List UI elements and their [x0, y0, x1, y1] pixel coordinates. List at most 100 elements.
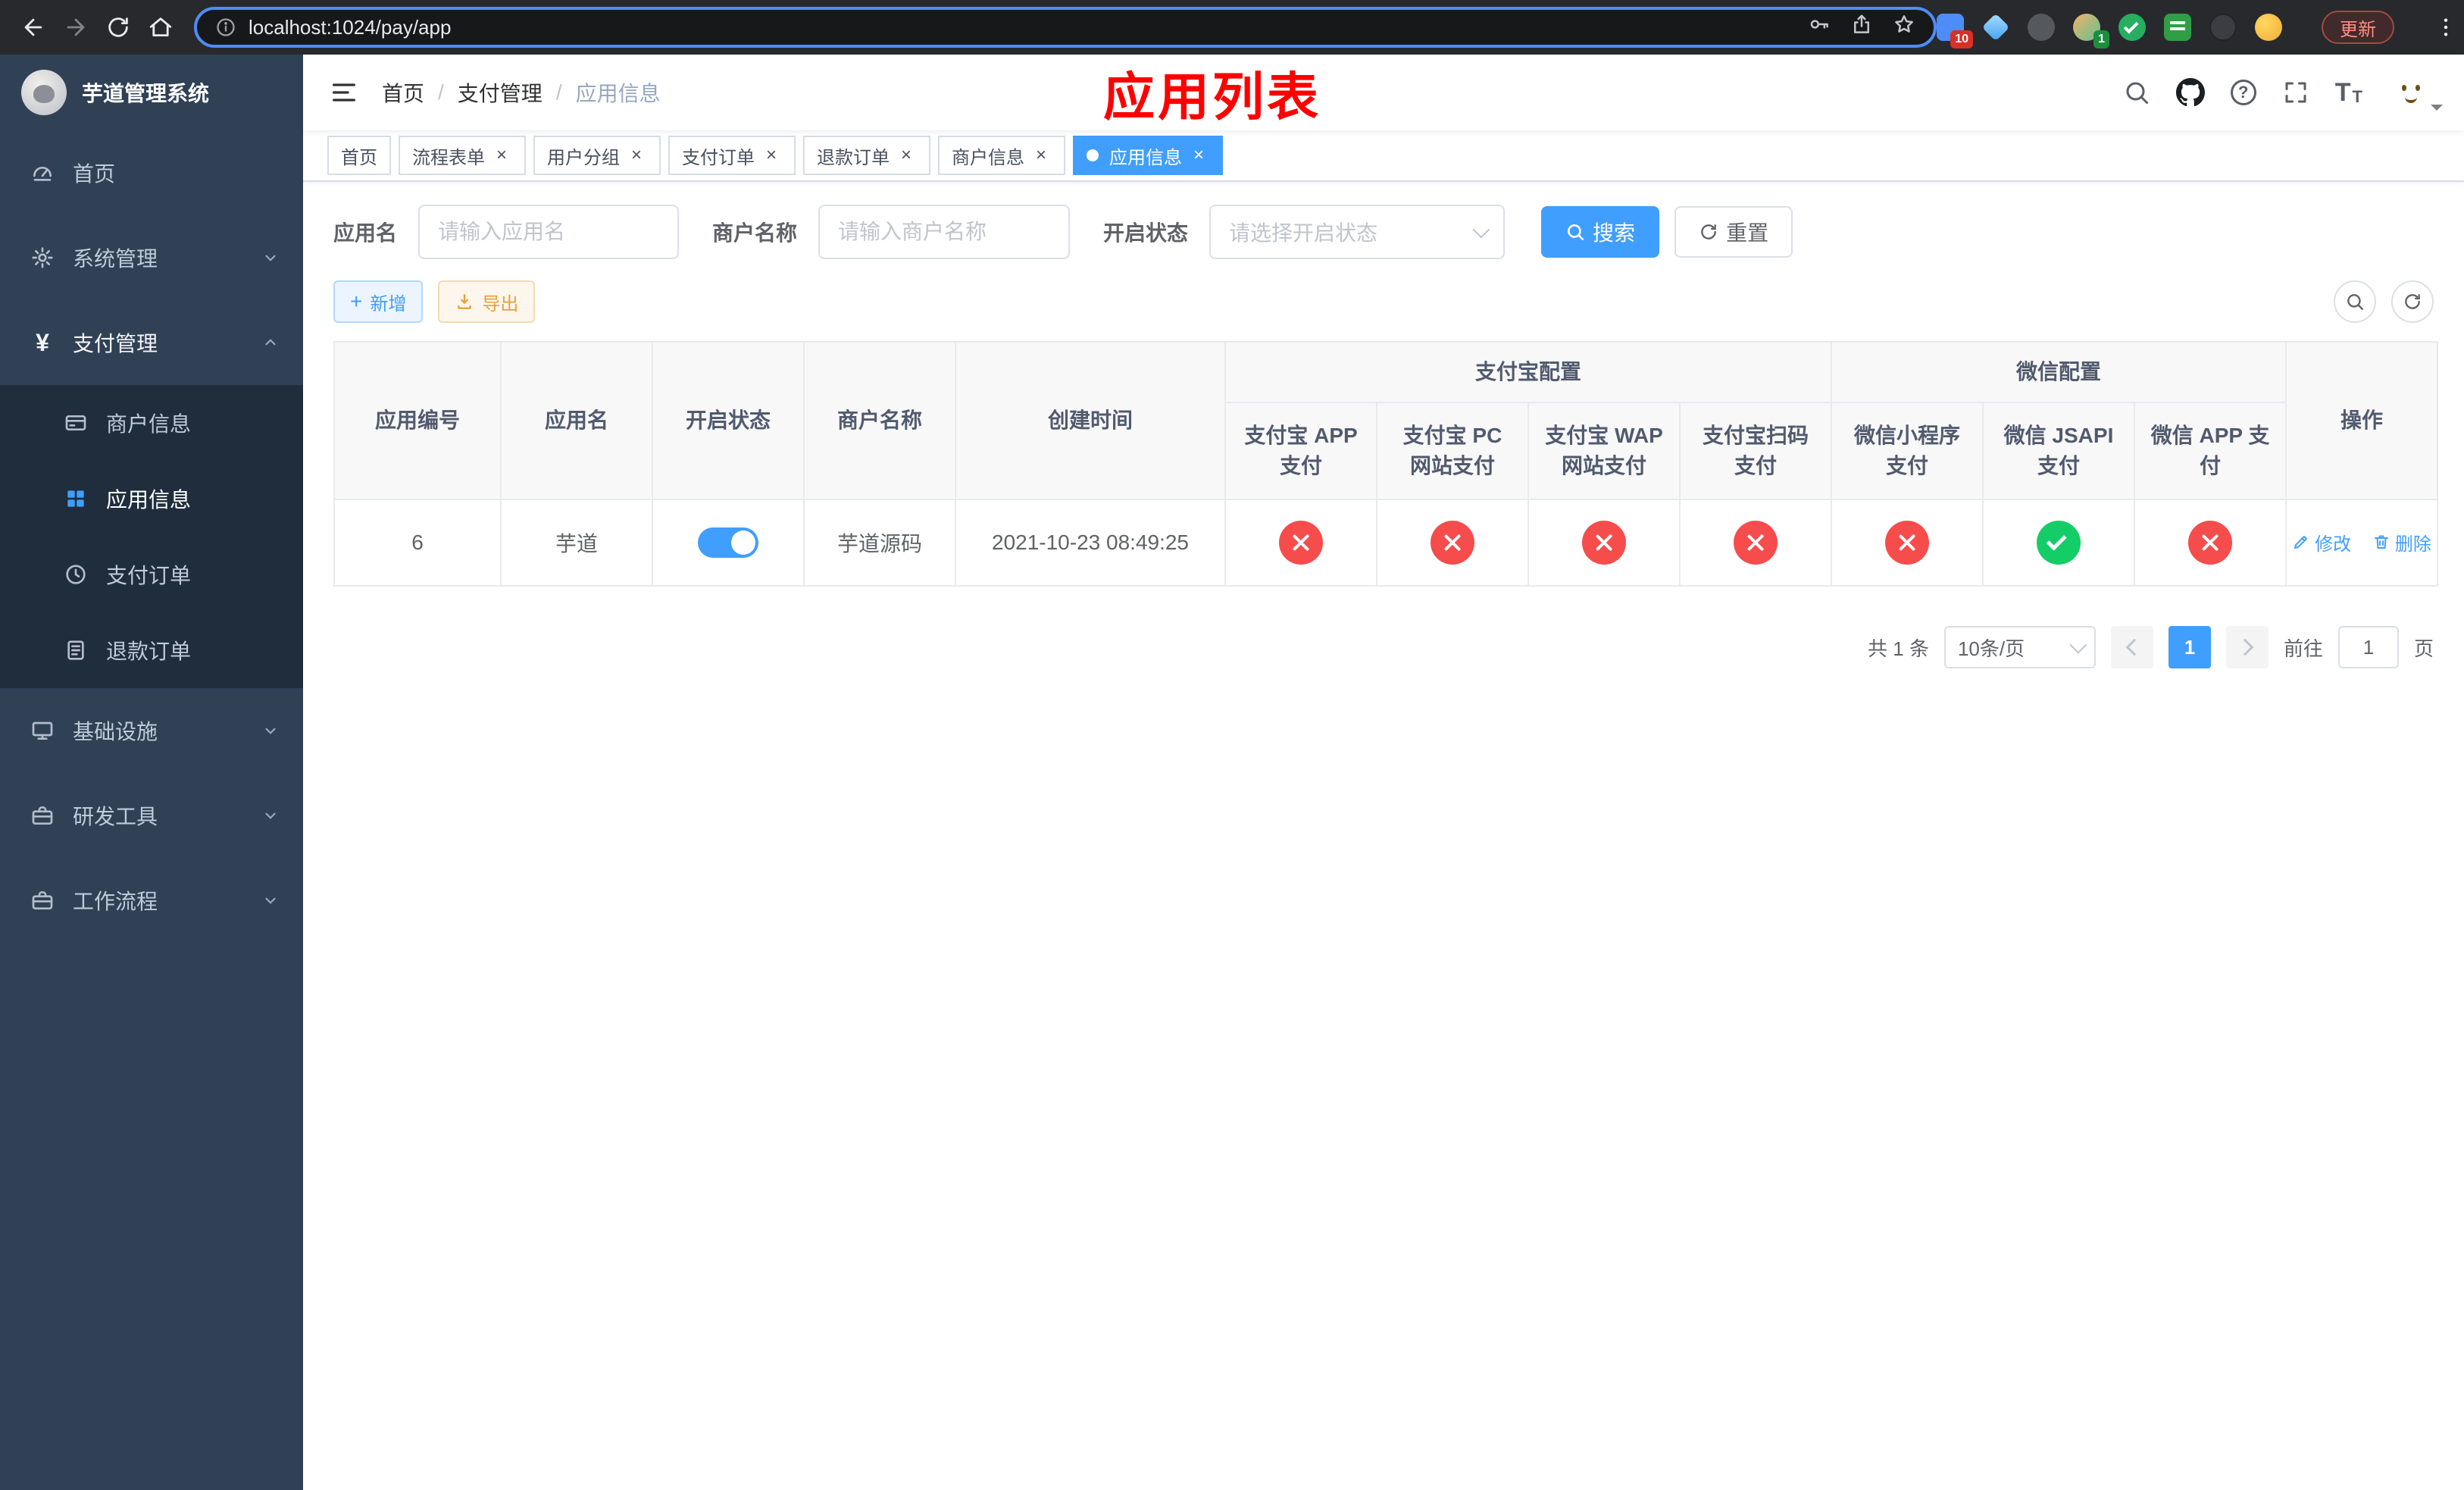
- close-icon[interactable]: ×: [626, 145, 647, 166]
- wechat-mini-pay-status-icon: [1885, 521, 1930, 565]
- current-page[interactable]: 1: [2168, 626, 2211, 668]
- browser-forward-button[interactable]: [55, 6, 97, 49]
- extension-icon-book[interactable]: [2164, 14, 2191, 41]
- breadcrumb-separator: /: [438, 80, 444, 104]
- close-icon[interactable]: ×: [1188, 145, 1209, 166]
- gear-icon: [30, 246, 55, 270]
- close-icon[interactable]: ×: [761, 145, 782, 166]
- tab-home[interactable]: 首页: [327, 136, 391, 175]
- goto-page-input[interactable]: [2337, 626, 2399, 668]
- extension-icon-gem[interactable]: [1981, 13, 2010, 42]
- chevron-down-icon: [262, 722, 279, 739]
- prev-page-button[interactable]: [2110, 626, 2153, 668]
- alipay-pc-pay-status-icon: [1431, 521, 1474, 565]
- app-name-input[interactable]: [418, 205, 680, 259]
- search-icon[interactable]: [2123, 79, 2150, 106]
- next-page-button[interactable]: [2225, 626, 2269, 668]
- table-row: 6 芋道 芋道源码 2021-10-23 08:49:25 修改 删除: [333, 499, 2439, 587]
- merchant-name-input[interactable]: [818, 205, 1071, 259]
- page-size-select[interactable]: 10条/页: [1943, 626, 2096, 668]
- sidebar-item-workflow[interactable]: 工作流程: [0, 858, 303, 943]
- extension-icon-knot[interactable]: [2209, 14, 2237, 41]
- refresh-button[interactable]: [2391, 280, 2434, 323]
- sidebar-item-home[interactable]: 首页: [0, 130, 303, 215]
- document-icon: [64, 638, 88, 662]
- app-title: 芋道管理系统: [82, 82, 210, 105]
- wechat-app-pay-status-icon: [2188, 521, 2233, 565]
- extension-icon-blue[interactable]: 10: [1937, 14, 1973, 49]
- status-toggle[interactable]: [698, 527, 758, 558]
- col-group-wechat: 微信配置: [1831, 341, 2287, 403]
- status-select[interactable]: 请选择开启状态: [1209, 205, 1506, 259]
- close-icon[interactable]: ×: [1030, 145, 1052, 166]
- address-bar[interactable]: localhost:1024/pay/app: [194, 7, 1937, 48]
- extension-icon-duck[interactable]: [2255, 14, 2282, 41]
- tab-user-group[interactable]: 用户分组 ×: [533, 136, 661, 175]
- extension-icon-dark[interactable]: [2028, 14, 2055, 41]
- tab-process-form[interactable]: 流程表单 ×: [399, 136, 526, 175]
- add-button[interactable]: + 新增: [333, 280, 424, 323]
- chevron-down-icon: [1472, 221, 1490, 239]
- github-icon[interactable]: [2175, 78, 2205, 107]
- sidebar-item-merchant-info[interactable]: 商户信息: [0, 385, 303, 461]
- edit-link[interactable]: 修改: [2292, 529, 2351, 556]
- font-size-icon[interactable]: TT: [2335, 80, 2362, 105]
- password-key-icon[interactable]: [1808, 13, 1831, 42]
- toggle-search-button[interactable]: [2334, 280, 2376, 323]
- cell-app-name: 芋道: [500, 499, 653, 587]
- browser-menu-icon[interactable]: [2428, 9, 2464, 45]
- sidebar: 芋道管理系统 首页 系统管理 ¥ 支付管理 商户信息 应用信息 支付订单 退款订…: [0, 55, 303, 1490]
- breadcrumb-home[interactable]: 首页: [382, 77, 424, 108]
- browser-update-button[interactable]: 更新: [2322, 11, 2394, 44]
- extensions-area: 10 1 更新: [1937, 9, 2464, 49]
- tab-app-info-active[interactable]: 应用信息 ×: [1073, 136, 1223, 175]
- sidebar-item-system[interactable]: 系统管理: [0, 215, 303, 300]
- tab-pay-order[interactable]: 支付订单 ×: [668, 136, 796, 175]
- sidebar-item-app-info[interactable]: 应用信息: [0, 461, 303, 537]
- plus-icon: +: [350, 290, 363, 313]
- sidebar-item-refund-order[interactable]: 退款订单: [0, 612, 303, 688]
- col-group-alipay: 支付宝配置: [1224, 341, 1833, 403]
- browser-back-button[interactable]: [12, 6, 55, 49]
- sidebar-item-infrastructure[interactable]: 基础设施: [0, 688, 303, 773]
- browser-reload-button[interactable]: [97, 6, 139, 49]
- sidebar-item-dev-tools[interactable]: 研发工具: [0, 773, 303, 858]
- page-content: 应用名 商户名称 开启状态 请选择开启状态: [303, 182, 2464, 1490]
- status-label: 开启状态: [1103, 221, 1189, 245]
- payment-submenu: 商户信息 应用信息 支付订单 退款订单: [0, 385, 303, 688]
- breadcrumb-payment[interactable]: 支付管理: [458, 77, 543, 108]
- bookmark-star-icon[interactable]: [1893, 13, 1915, 42]
- reset-button[interactable]: 重置: [1674, 206, 1793, 258]
- col-header-alipay-pc: 支付宝 PC 网站支付: [1376, 402, 1529, 500]
- tab-refund-order[interactable]: 退款订单 ×: [803, 136, 930, 175]
- app-logo[interactable]: 芋道管理系统: [0, 55, 303, 130]
- fullscreen-icon[interactable]: [2282, 79, 2309, 106]
- sidebar-toggle-icon[interactable]: [327, 76, 361, 109]
- share-icon[interactable]: [1850, 13, 1873, 42]
- breadcrumb-current: 应用信息: [575, 82, 661, 105]
- logo-avatar: [21, 70, 67, 115]
- close-icon[interactable]: ×: [491, 145, 512, 166]
- delete-link[interactable]: 删除: [2372, 529, 2431, 556]
- extension-icon-check[interactable]: [2118, 14, 2146, 41]
- sidebar-item-payment[interactable]: ¥ 支付管理: [0, 300, 303, 385]
- browser-home-button[interactable]: [139, 6, 182, 49]
- help-icon[interactable]: ?: [2230, 80, 2256, 105]
- user-avatar[interactable]: [2388, 68, 2443, 117]
- card-icon: [64, 411, 88, 435]
- alipay-app-pay-status-icon: [1279, 521, 1323, 565]
- col-header-created: 创建时间: [955, 341, 1226, 500]
- tab-merchant-info[interactable]: 商户信息 ×: [938, 136, 1065, 175]
- filter-form: 应用名 商户名称 开启状态 请选择开启状态: [333, 205, 2434, 259]
- close-icon[interactable]: ×: [896, 145, 917, 166]
- screen: localhost:1024/pay/app 10 1 更新 芋道管理系统 首页…: [0, 0, 2464, 1490]
- extension-icon-profile[interactable]: 1: [2073, 14, 2109, 49]
- dashboard-icon: [30, 161, 55, 185]
- toolbox-icon: [30, 803, 55, 828]
- extension-badge: 10: [1950, 30, 1973, 49]
- search-button[interactable]: 搜索: [1541, 206, 1660, 258]
- url-text[interactable]: localhost:1024/pay/app: [249, 16, 1796, 39]
- export-button[interactable]: 导出: [438, 280, 536, 323]
- sidebar-item-pay-order[interactable]: 支付订单: [0, 537, 303, 612]
- site-info-icon[interactable]: [215, 17, 236, 38]
